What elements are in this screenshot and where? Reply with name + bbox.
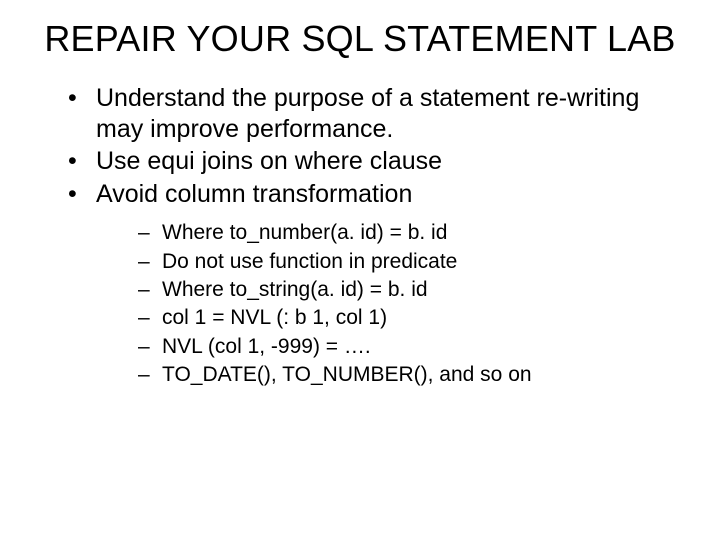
sub-bullet-item: Do not use function in predicate [138,248,692,275]
bullet-text: Avoid column transformation [96,180,412,208]
sub-bullet-text: Where to_string(a. id) = b. id [162,278,428,301]
sub-bullet-text: TO_DATE(), TO_NUMBER(), and so on [162,363,532,386]
bullet-item: Use equi joins on where clause [68,146,692,177]
bullet-text: Use equi joins on where clause [96,147,442,175]
slide: REPAIR YOUR SQL STATEMENT LAB Understand… [0,0,720,540]
sub-bullet-item: Where to_number(a. id) = b. id [138,219,692,246]
slide-title: REPAIR YOUR SQL STATEMENT LAB [28,18,692,59]
bullet-text: Understand the purpose of a statement re… [96,84,639,143]
sub-bullet-text: Where to_number(a. id) = b. id [162,221,447,244]
sub-bullet-item: NVL (col 1, -999) = …. [138,333,692,360]
sub-bullet-text: Do not use function in predicate [162,250,457,273]
sub-bullet-item: Where to_string(a. id) = b. id [138,276,692,303]
bullet-item: Understand the purpose of a statement re… [68,83,692,144]
bullet-list: Understand the purpose of a statement re… [28,83,692,388]
sub-bullet-list: Where to_number(a. id) = b. id Do not us… [96,219,692,388]
sub-bullet-text: col 1 = NVL (: b 1, col 1) [162,306,387,329]
sub-bullet-item: col 1 = NVL (: b 1, col 1) [138,304,692,331]
sub-bullet-item: TO_DATE(), TO_NUMBER(), and so on [138,361,692,388]
sub-bullet-text: NVL (col 1, -999) = …. [162,335,371,358]
bullet-item: Avoid column transformation Where to_num… [68,179,692,388]
